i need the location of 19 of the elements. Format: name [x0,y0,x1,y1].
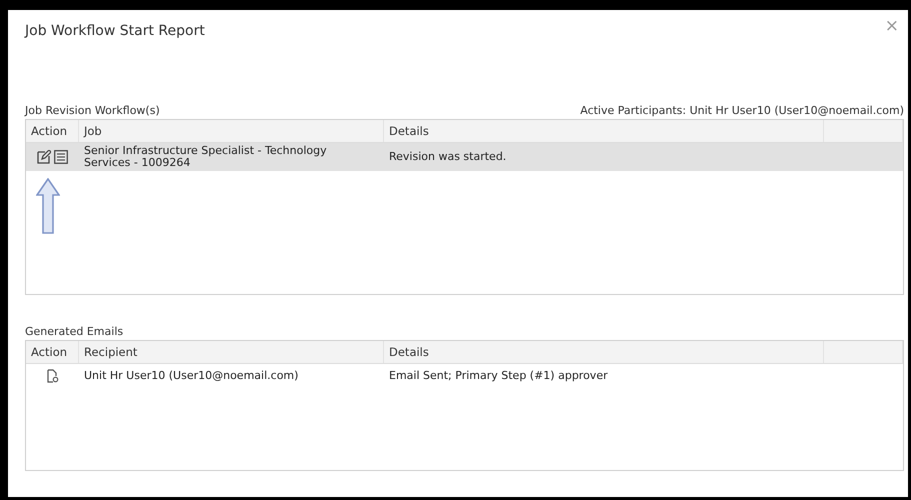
column-header[interactable]: Recipient [79,341,384,363]
document-icon[interactable] [46,369,58,383]
dialog-title: Job Workflow Start Report [25,23,205,41]
edit-icon[interactable] [37,150,51,164]
list-icon[interactable] [54,150,68,164]
section-title: Generated Emails [25,325,124,338]
column-header[interactable]: Action [26,341,79,363]
column-header[interactable]: Details [384,120,824,142]
table-cell-text: Senior Infrastructure Specialist - Technology Services - 1009264 [83,143,328,171]
section-title: Job Revision Workflow(s) [25,104,160,117]
table-cell-text: Email Sent; Primary Step (#1) approver [388,368,609,384]
table-row[interactable]: Senior Infrastructure Specialist - Technology Services - 1009264 Revision was started. [26,143,903,171]
table-cell-text: Revision was started. [388,149,508,165]
column-header[interactable]: Action [26,120,79,142]
column-header[interactable]: Job [79,120,384,142]
column-header[interactable]: Details [384,341,824,363]
table-cell-text: Unit Hr User10 (User10@noemail.com) [83,368,300,384]
participants-text: Active Participants: Unit Hr User10 (User10@noemail.com) [580,104,904,117]
arrow-annotation-icon [36,178,60,234]
